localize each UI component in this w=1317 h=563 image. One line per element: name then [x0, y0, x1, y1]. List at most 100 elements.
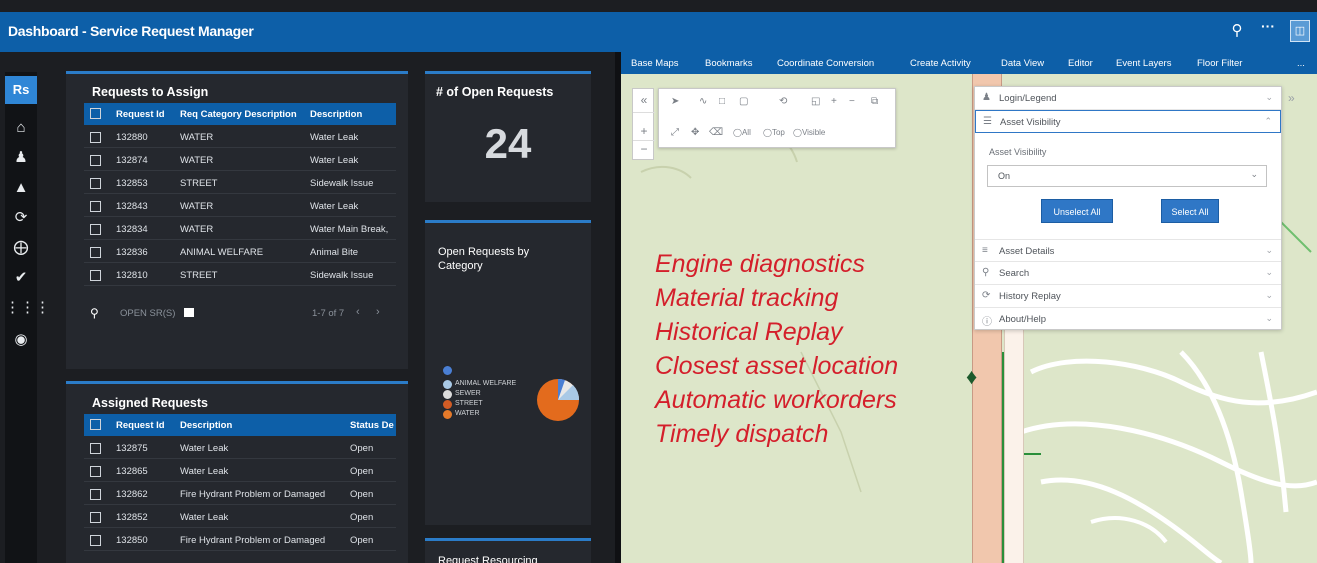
- row-checkbox[interactable]: [90, 201, 101, 212]
- asset-visibility-select[interactable]: On ⌄: [987, 165, 1267, 187]
- asset-visibility-row[interactable]: ☰ Asset Visibility ⌃: [975, 110, 1281, 133]
- chevron-up-icon[interactable]: ⌃: [1264, 116, 1272, 127]
- row-checkbox[interactable]: [90, 224, 101, 235]
- about-help-row[interactable]: ⓘ About/Help ⌄: [975, 308, 1281, 331]
- row-checkbox[interactable]: [90, 512, 101, 523]
- table-row[interactable]: 132880 WATER Water Leak: [84, 126, 396, 148]
- minus-icon[interactable]: −: [849, 96, 855, 107]
- tab-create-activity[interactable]: Create Activity: [910, 58, 971, 69]
- row-checkbox[interactable]: [90, 178, 101, 189]
- chevron-down-icon[interactable]: ⌄: [1265, 290, 1273, 301]
- search-icon[interactable]: ⚲: [1228, 21, 1246, 39]
- polyline-icon[interactable]: ∿: [699, 96, 707, 107]
- map-toolbar: Base Maps Bookmarks Coordinate Conversio…: [621, 52, 1317, 74]
- grid-icon[interactable]: [184, 308, 194, 317]
- table-row[interactable]: 132810 STREET Sidewalk Issue: [84, 264, 396, 286]
- chevron-down-icon[interactable]: ⌄: [1265, 92, 1273, 103]
- table-row[interactable]: 132862 Fire Hydrant Problem or Damaged Ope…: [84, 483, 396, 505]
- request-resourcing-panel: Request Resourcing: [425, 538, 591, 563]
- expand-icon[interactable]: ⤢: [671, 127, 679, 138]
- undo-icon[interactable]: ⟲: [779, 96, 787, 107]
- panel-toggle-button[interactable]: ◫: [1290, 20, 1310, 42]
- filter-top-label: Top: [771, 128, 785, 137]
- tab-base-maps[interactable]: Base Maps: [631, 58, 679, 69]
- table-row[interactable]: 132836 ANIMAL WELFARE Animal Bite: [84, 241, 396, 263]
- table-row[interactable]: 132853 STREET Sidewalk Issue: [84, 172, 396, 194]
- tab-coordinate-conversion[interactable]: Coordinate Conversion: [777, 58, 874, 69]
- details-icon: ≡: [982, 245, 988, 256]
- history-replay-row[interactable]: ⟳ History Replay ⌄: [975, 285, 1281, 308]
- select-icon[interactable]: ➤: [671, 96, 679, 107]
- row-checkbox[interactable]: [90, 443, 101, 454]
- collapse-icon[interactable]: «: [633, 89, 655, 113]
- zoom-out-button[interactable]: −: [633, 141, 655, 159]
- column-header[interactable]: Status De: [350, 420, 394, 431]
- table-row[interactable]: 132834 WATER Water Main Break,: [84, 218, 396, 240]
- history-icon[interactable]: ⟳: [5, 206, 37, 230]
- unselect-all-button[interactable]: Unselect All: [1041, 199, 1113, 223]
- filter-top[interactable]: ◯Top: [763, 128, 785, 137]
- table-row[interactable]: 132865 Water Leak Open: [84, 460, 396, 482]
- row-checkbox[interactable]: [90, 466, 101, 477]
- check-icon[interactable]: ✔: [5, 266, 37, 290]
- open-requests-title: # of Open Requests: [436, 85, 554, 99]
- home-icon[interactable]: ⌂: [5, 116, 37, 140]
- select-all-checkbox[interactable]: [90, 419, 101, 430]
- users-icon[interactable]: ♟: [5, 146, 37, 170]
- login-legend-row[interactable]: ♟ Login/Legend ⌄: [975, 87, 1281, 110]
- row-checkbox[interactable]: [90, 489, 101, 500]
- row-checkbox[interactable]: [90, 247, 101, 258]
- trash-icon[interactable]: ⌫: [709, 127, 723, 138]
- add-icon[interactable]: +: [831, 96, 837, 107]
- chevron-down-icon[interactable]: ⌄: [1265, 245, 1273, 256]
- vehicle-icon[interactable]: ♦: [966, 364, 986, 398]
- table-cell: 132850: [116, 535, 148, 546]
- chevron-right-icon[interactable]: ›: [376, 306, 380, 318]
- filter-visible[interactable]: ◯Visible: [793, 128, 825, 137]
- tool-icon[interactable]: ◱: [811, 96, 820, 107]
- apps-icon[interactable]: ⋮⋮⋮: [5, 296, 50, 320]
- more-icon[interactable]: ...: [1297, 58, 1305, 69]
- copy-icon[interactable]: ⧉: [871, 96, 878, 107]
- asset-details-row[interactable]: ≡ Asset Details ⌄: [975, 239, 1281, 262]
- table-row[interactable]: 132852 Water Leak Open: [84, 506, 396, 528]
- column-header[interactable]: Req Category Description: [180, 109, 297, 120]
- row-checkbox[interactable]: [90, 535, 101, 546]
- rectangle-icon[interactable]: ▢: [739, 96, 748, 107]
- table-row[interactable]: 132850 Fire Hydrant Problem or Damaged Ope…: [84, 529, 396, 551]
- search-row[interactable]: ⚲ Search ⌄: [975, 262, 1281, 285]
- table-cell: Water Leak: [310, 132, 359, 143]
- table-row[interactable]: 132843 WATER Water Leak: [84, 195, 396, 217]
- move-icon[interactable]: ✥: [691, 127, 699, 138]
- polygon-icon[interactable]: □: [719, 96, 725, 107]
- search-icon[interactable]: ⚲: [90, 306, 99, 320]
- expand-right-icon[interactable]: »: [1288, 91, 1308, 109]
- column-header[interactable]: Request Id: [116, 420, 165, 431]
- settings-icon[interactable]: ◉: [5, 328, 37, 352]
- chevron-left-icon[interactable]: ‹: [356, 306, 360, 318]
- more-icon[interactable]: ···: [1258, 18, 1278, 38]
- tab-bookmarks[interactable]: Bookmarks: [705, 58, 753, 69]
- filter-all[interactable]: ◯All: [733, 128, 751, 137]
- table-row[interactable]: 132874 WATER Water Leak: [84, 149, 396, 171]
- row-checkbox[interactable]: [90, 270, 101, 281]
- chevron-down-icon[interactable]: ⌄: [1265, 313, 1273, 324]
- select-all-checkbox[interactable]: [90, 108, 101, 119]
- tab-data-view[interactable]: Data View: [1001, 58, 1044, 69]
- tab-event-layers[interactable]: Event Layers: [1116, 58, 1171, 69]
- tab-editor[interactable]: Editor: [1068, 58, 1093, 69]
- tab-floor-filter[interactable]: Floor Filter: [1197, 58, 1242, 69]
- row-checkbox[interactable]: [90, 155, 101, 166]
- table-row[interactable]: 132875 Water Leak Open: [84, 437, 396, 459]
- column-header[interactable]: Description: [180, 420, 232, 431]
- select-all-button[interactable]: Select All: [1161, 199, 1219, 223]
- chevron-down-icon[interactable]: ⌄: [1265, 267, 1273, 278]
- row-checkbox[interactable]: [90, 132, 101, 143]
- app-logo[interactable]: Rs: [5, 76, 37, 104]
- add-icon[interactable]: ⨁: [5, 236, 37, 260]
- column-header[interactable]: Request Id: [116, 109, 165, 120]
- bell-icon[interactable]: ▲: [5, 176, 37, 200]
- column-header[interactable]: Description: [310, 109, 362, 120]
- zoom-in-button[interactable]: +: [633, 123, 655, 141]
- request-resourcing-title: Request Resourcing: [438, 555, 538, 563]
